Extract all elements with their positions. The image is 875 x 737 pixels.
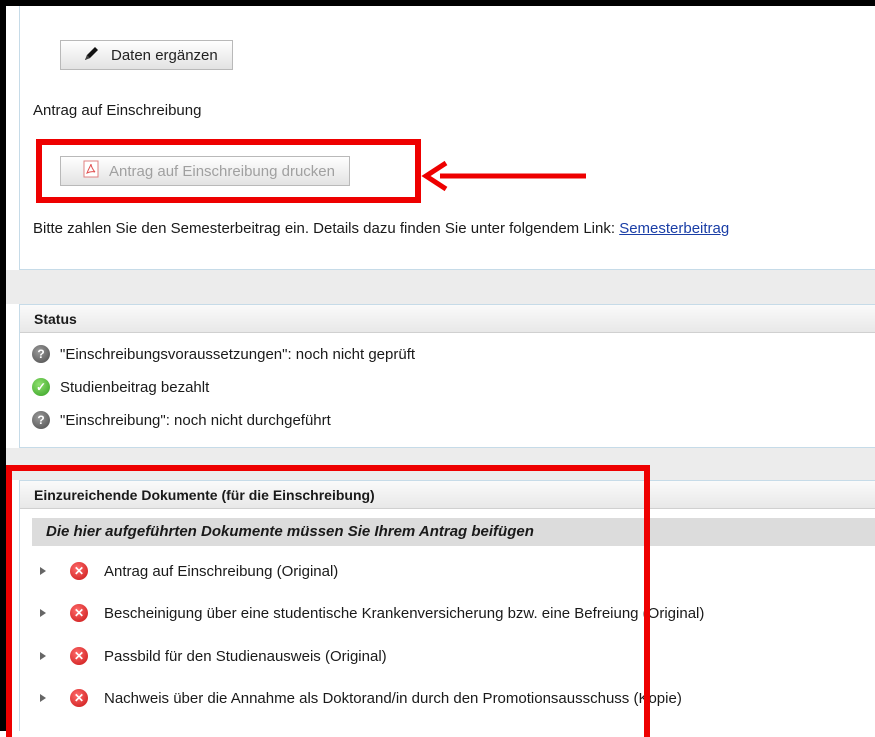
application-label: Antrag auf Einschreibung xyxy=(33,102,202,119)
pencil-icon xyxy=(83,44,101,66)
annotation-arrow xyxy=(420,158,590,194)
payment-info-text: Bitte zahlen Sie den Semesterbeitrag ein… xyxy=(33,220,729,237)
edit-data-button[interactable]: Daten ergänzen xyxy=(60,40,233,70)
question-icon: ? xyxy=(32,345,50,363)
check-icon: ✓ xyxy=(32,378,50,396)
status-panel: Status ? "Einschreibungsvoraussetzungen"… xyxy=(19,304,875,448)
status-item: ? "Einschreibungsvoraussetzungen": noch … xyxy=(32,345,415,363)
highlight-box-print-button xyxy=(36,139,421,203)
question-icon: ? xyxy=(32,411,50,429)
status-item-text: Studienbeitrag bezahlt xyxy=(60,378,210,396)
status-item-text: "Einschreibungsvoraussetzungen": noch ni… xyxy=(60,345,416,363)
status-header: Status xyxy=(20,305,875,333)
payment-info-sentence: Bitte zahlen Sie den Semesterbeitrag ein… xyxy=(33,220,620,237)
edit-data-label: Daten ergänzen xyxy=(111,46,218,64)
semester-fee-link[interactable]: Semesterbeitrag xyxy=(619,220,729,237)
panel-gap xyxy=(6,270,875,304)
status-item: ? "Einschreibung": noch nicht durchgefüh… xyxy=(32,411,331,429)
application-panel: Daten ergänzen Antrag auf Einschreibung … xyxy=(19,6,875,270)
status-item: ✓ Studienbeitrag bezahlt xyxy=(32,378,209,396)
highlight-box-documents xyxy=(6,465,650,737)
status-item-text: "Einschreibung": noch nicht durchgeführt xyxy=(60,411,331,429)
